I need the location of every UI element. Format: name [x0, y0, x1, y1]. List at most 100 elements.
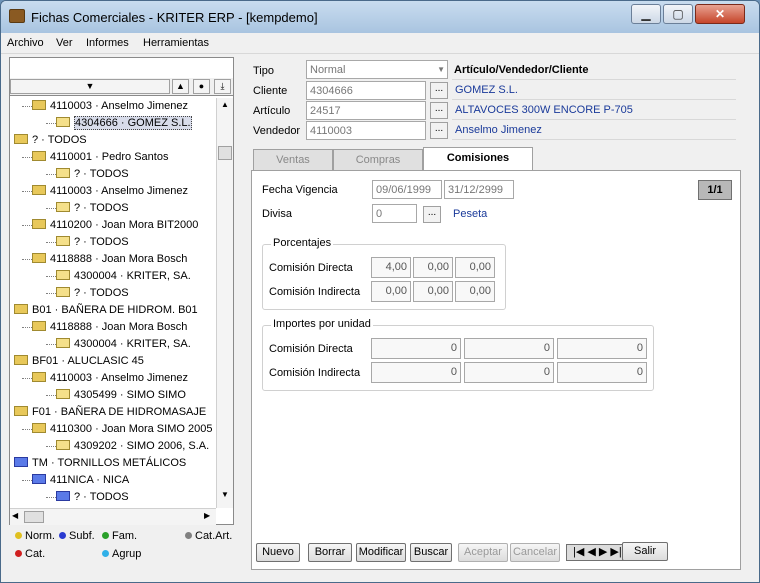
menu-ver[interactable]: Ver	[56, 37, 73, 49]
nuevo-button[interactable]: Nuevo	[256, 543, 300, 562]
tree-vertical-scrollbar[interactable]: ▲ ▼	[216, 98, 233, 508]
tree-item[interactable]: 4110003 · Anselmo Jimenez	[32, 98, 188, 115]
tree-item[interactable]: ? · TODOS	[56, 200, 129, 217]
cliente-name: GOMEZ S.L.	[452, 81, 736, 100]
tree-item[interactable]: 4110300 · Joan Mora SIMO 2005	[32, 421, 212, 438]
articulo-name: ALTAVOCES 300W ENCORE P-705	[452, 101, 736, 120]
imp-indirecta-1[interactable]: 0	[371, 362, 461, 383]
tree-item[interactable]: 4110003 · Anselmo Jimenez	[32, 370, 188, 387]
tree-header: ▼ ▲ ● ⤓	[10, 78, 233, 96]
tree-item[interactable]: 4110200 · Joan Mora BIT2000	[32, 217, 198, 234]
tree-item[interactable]: ? · TODOS	[56, 285, 129, 302]
imp-indirecta-2[interactable]: 0	[464, 362, 554, 383]
tree-item[interactable]: 411NICA · NICA	[32, 472, 129, 489]
tipo-select[interactable]: Normal ▼	[306, 60, 448, 79]
tab-comisiones[interactable]: Comisiones	[423, 147, 533, 171]
circle-button[interactable]: ●	[193, 79, 210, 94]
tree-item-label: 4300004 · KRITER, SA.	[74, 270, 191, 282]
divisa-field[interactable]: 0	[372, 204, 417, 223]
tree-item-label: 4110001 · Pedro Santos	[50, 151, 169, 163]
tree-item-label: 4304666 · GOMEZ S.L.	[74, 116, 192, 130]
tree-item-label: B01 · BAÑERA DE HIDROM. B01	[32, 304, 198, 316]
importes-group: Importes por unidad Comisión Directa 0 0…	[262, 318, 654, 391]
fecha-desde-field[interactable]: 09/06/1999	[372, 180, 442, 199]
aceptar-button[interactable]: Aceptar	[458, 543, 508, 562]
tree-item[interactable]: ? · TODOS	[14, 132, 87, 149]
vendedor-label: Vendedor	[253, 125, 301, 137]
imp-directa-2[interactable]: 0	[464, 338, 554, 359]
imp-directa-1[interactable]: 0	[371, 338, 461, 359]
window-title: Fichas Comerciales - KRITER ERP - [kempd…	[31, 10, 318, 25]
cliente-lookup-button[interactable]: ...	[430, 82, 448, 99]
importes-title: Importes por unidad	[271, 318, 373, 330]
tree-item-label: ? · TODOS	[74, 202, 129, 214]
porc-directa-1[interactable]: 4,00	[371, 257, 411, 278]
tree-item[interactable]: BF01 · ALUCLASIC 45	[14, 353, 144, 370]
tree-item[interactable]: 4305499 · SIMO SIMO	[56, 387, 186, 404]
record-navigator[interactable]: |◀ ◀ ▶ ▶|	[566, 544, 629, 561]
tree-item[interactable]: 4300004 · KRITER, SA.	[56, 268, 191, 285]
imp-directa-3[interactable]: 0	[557, 338, 647, 359]
modificar-button[interactable]: Modificar	[356, 543, 406, 562]
tree-item-label: 4309202 · SIMO 2006, S.A.	[74, 440, 210, 452]
sort-up-button[interactable]: ▲	[172, 79, 189, 94]
porc-indirecta-2[interactable]: 0,00	[413, 281, 453, 302]
tree-item[interactable]: 4110001 · Pedro Santos	[32, 149, 168, 166]
fecha-hasta-field[interactable]: 31/12/2999	[444, 180, 514, 199]
title-bar: Fichas Comerciales - KRITER ERP - [kempd…	[1, 1, 759, 33]
buscar-button[interactable]: Buscar	[410, 543, 452, 562]
tree-item[interactable]: 4304666 · GOMEZ S.L.	[56, 115, 192, 132]
tree-item[interactable]: 4110003 · Anselmo Jimenez	[32, 183, 188, 200]
tree-item[interactable]: B01 · BAÑERA DE HIDROM. B01	[14, 302, 198, 319]
app-icon	[9, 9, 25, 23]
open-folder-icon	[14, 406, 28, 416]
tree-item[interactable]: 4309202 · SIMO 2006, S.A.	[56, 438, 209, 455]
sort-down-button[interactable]: ⤓	[214, 79, 231, 94]
tree-item[interactable]: 4300004 · KRITER, SA.	[56, 336, 191, 353]
porcentajes-title: Porcentajes	[271, 237, 334, 249]
borrar-button[interactable]: Borrar	[308, 543, 352, 562]
cliente-field[interactable]: 4304666	[306, 81, 426, 100]
tree-horizontal-scrollbar[interactable]: ◀ ▶	[10, 508, 216, 525]
menu-informes[interactable]: Informes	[86, 37, 129, 49]
tree-item[interactable]: ? · TODOS	[56, 166, 129, 183]
articulo-lookup-button[interactable]: ...	[430, 102, 448, 119]
porc-directa-2[interactable]: 0,00	[413, 257, 453, 278]
tab-ventas[interactable]: Ventas	[253, 149, 333, 171]
menu-archivo[interactable]: Archivo	[7, 37, 44, 49]
divisa-lookup-button[interactable]: ...	[423, 206, 441, 223]
folder-icon	[56, 236, 70, 246]
porc-directa-3[interactable]: 0,00	[455, 257, 495, 278]
tree-item-label: ? · TODOS	[74, 168, 129, 180]
tree-item-label: TM · TORNILLOS METÁLICOS	[32, 457, 187, 469]
tree-view[interactable]: 4110003 · Anselmo Jimenez 4304666 · GOMEZ…	[12, 98, 217, 508]
porc-indirecta-label: Comisión Indirecta	[269, 286, 361, 298]
tree-item[interactable]: ? · TODOS	[56, 489, 129, 506]
tree-item[interactable]: F01 · BAÑERA DE HIDROMASAJE	[14, 404, 206, 421]
tree-item-label: 4110300 · Joan Mora SIMO 2005	[50, 423, 213, 435]
porc-indirecta-1[interactable]: 0,00	[371, 281, 411, 302]
salir-button[interactable]: Salir	[622, 542, 668, 561]
legend-norm: Norm.	[15, 530, 55, 542]
open-folder-icon	[32, 219, 46, 229]
maximize-button[interactable]: ▢	[663, 4, 693, 24]
imp-indirecta-3[interactable]: 0	[557, 362, 647, 383]
tab-compras[interactable]: Compras	[333, 149, 423, 171]
tree-item-label: 4110003 · Anselmo Jimenez	[50, 100, 188, 112]
minimize-button[interactable]: ▁	[631, 4, 661, 24]
tree-item[interactable]: ? · TODOS	[56, 234, 129, 251]
tree-dropdown[interactable]: ▼	[10, 79, 170, 94]
close-button[interactable]: ✕	[695, 4, 745, 24]
menu-herramientas[interactable]: Herramientas	[143, 37, 209, 49]
tree-item[interactable]: 4118888 · Joan Mora Bosch	[32, 251, 187, 268]
vendedor-field[interactable]: 4110003	[306, 121, 426, 140]
tree-item[interactable]: TM · TORNILLOS METÁLICOS	[14, 455, 186, 472]
chevron-down-icon: ▼	[437, 65, 445, 74]
articulo-field[interactable]: 24517	[306, 101, 426, 120]
fecha-vigencia-label: Fecha Vigencia	[262, 184, 338, 196]
tree-item[interactable]: 4118888 · Joan Mora Bosch	[32, 319, 187, 336]
porc-indirecta-3[interactable]: 0,00	[455, 281, 495, 302]
cancelar-button[interactable]: Cancelar	[510, 543, 560, 562]
articulo-label: Artículo	[253, 105, 291, 117]
vendedor-lookup-button[interactable]: ...	[430, 122, 448, 139]
